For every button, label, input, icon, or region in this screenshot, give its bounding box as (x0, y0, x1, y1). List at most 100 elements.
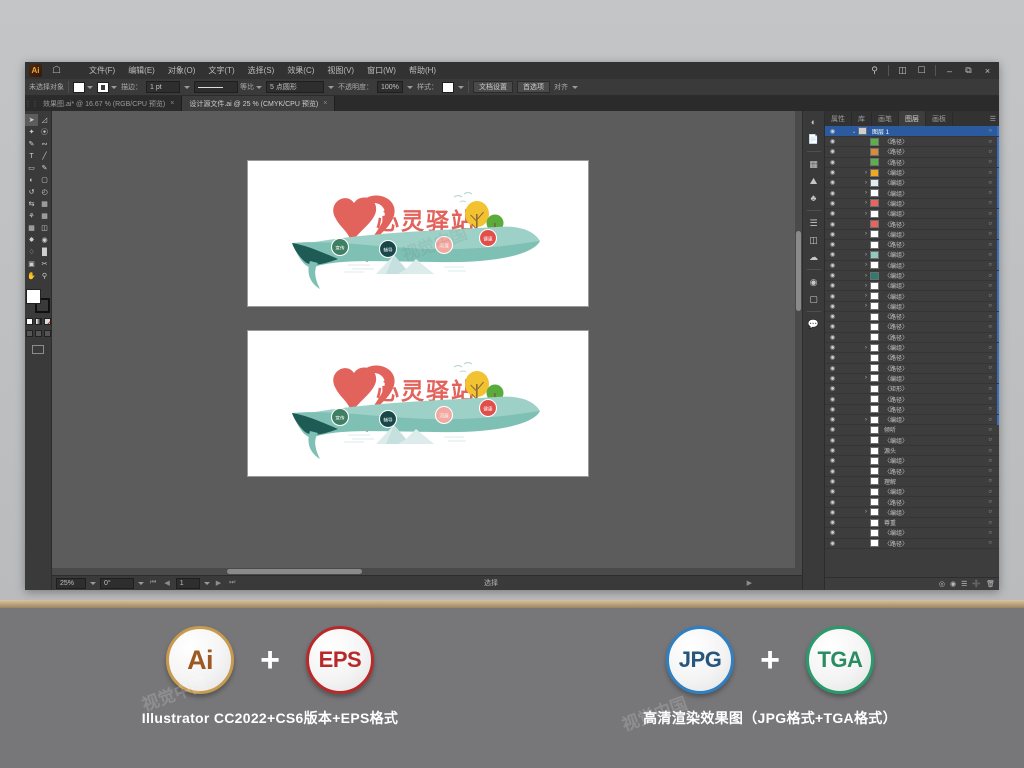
stroke-swatch[interactable] (97, 81, 109, 93)
type-tool[interactable]: T (25, 150, 38, 162)
tab-brushes[interactable]: 画笔 (872, 111, 899, 126)
symbol-sprayer-tool[interactable]: ♢ (25, 246, 38, 258)
target-icon[interactable]: ○ (988, 231, 992, 237)
curvature-tool[interactable]: ∾ (38, 138, 51, 150)
line-segment-tool[interactable]: ╱ (38, 150, 51, 162)
chevron-down-icon[interactable] (458, 85, 464, 89)
stroke-weight-input[interactable]: 1 pt (146, 81, 180, 93)
layer-row[interactable]: ◉ 〈路径〉 ○ (825, 311, 999, 323)
hand-tool[interactable]: ✋ (25, 270, 38, 282)
chevron-down-icon[interactable] (256, 85, 262, 89)
layer-row[interactable]: ◉ › 〈编组〉 ○ (825, 208, 999, 220)
layer-row[interactable]: ◉ › 〈编组〉 ○ (825, 167, 999, 179)
mesh-tool[interactable]: ▦ (25, 222, 38, 234)
menu-item-window[interactable]: 窗口(W) (361, 63, 402, 78)
gradient-icon[interactable] (34, 318, 42, 325)
fill-color-control[interactable] (73, 81, 93, 93)
eye-icon[interactable]: ◉ (826, 282, 839, 289)
target-icon[interactable]: ○ (988, 386, 992, 392)
eye-icon[interactable]: ◉ (826, 426, 839, 433)
eye-icon[interactable]: ◉ (826, 221, 839, 228)
disclosure-icon[interactable]: › (862, 273, 870, 279)
target-icon[interactable]: ○ (988, 242, 992, 248)
target-icon[interactable]: ○ (988, 458, 992, 464)
target-icon[interactable]: ○ (988, 211, 992, 217)
eye-icon[interactable]: ◉ (826, 210, 839, 217)
eye-icon[interactable]: ◉ (826, 437, 839, 444)
menu-item-file[interactable]: 文件(F) (83, 63, 121, 78)
disclosure-icon[interactable]: › (862, 417, 870, 423)
scrollbar-thumb[interactable] (796, 231, 801, 311)
transform-icon[interactable]: ◫ (805, 232, 823, 248)
swatches-icon[interactable]: ▦ (805, 156, 823, 172)
width-tool[interactable]: ⇆ (25, 198, 38, 210)
brush-definition-select[interactable]: 5 点圆形 (266, 81, 324, 93)
eye-icon[interactable]: ◉ (826, 313, 839, 320)
gradient-tool[interactable]: ◫ (38, 222, 51, 234)
target-icon[interactable]: ○ (988, 437, 992, 443)
direct-selection-tool[interactable]: ◿ (38, 114, 51, 126)
disclosure-icon[interactable]: › (862, 375, 870, 381)
layer-row[interactable]: ◉ 〈路径〉 ○ (825, 146, 999, 158)
target-icon[interactable]: ○ (988, 417, 992, 423)
layer-row[interactable]: ◉ 〈路径〉 ○ (825, 239, 999, 251)
symbols-icon[interactable]: ♣ (805, 190, 823, 206)
canvas-vertical-scrollbar[interactable] (795, 111, 802, 575)
paintbrush-tool[interactable]: ✎ (38, 162, 51, 174)
layer-row[interactable]: ◉ 〈路径〉 ○ (825, 467, 999, 477)
target-icon[interactable]: ○ (988, 252, 992, 258)
eye-icon[interactable]: ◉ (826, 519, 839, 526)
disclosure-icon[interactable]: › (862, 211, 870, 217)
eye-icon[interactable]: ◉ (826, 529, 839, 536)
disclosure-icon[interactable]: › (862, 190, 870, 196)
eye-icon[interactable]: ◉ (826, 262, 839, 269)
target-icon[interactable]: ○ (988, 221, 992, 227)
layer-list[interactable]: ◉ ⌄ 图层 1 ○ ◉ 〈路径〉 ○ ◉ 〈路径〉 ○ ◉ 〈路径〉 ○ ◉ › 〈编组〉 ○ ◉ › 〈编组〉 ○ ◉… (825, 126, 999, 577)
comments-icon[interactable]: 💬 (805, 316, 823, 332)
eye-icon[interactable]: ◉ (826, 344, 839, 351)
eye-icon[interactable]: ◉ (826, 190, 839, 197)
eye-icon[interactable]: ◉ (826, 457, 839, 464)
disclosure-icon[interactable]: › (862, 345, 870, 351)
disclosure-icon[interactable]: › (862, 170, 870, 176)
menu-item-type[interactable]: 文字(T) (202, 63, 240, 78)
eye-icon[interactable]: ◉ (826, 406, 839, 413)
layer-row[interactable]: ◉ 〈编组〉 ○ (825, 487, 999, 498)
eye-icon[interactable]: ◉ (826, 509, 839, 516)
eye-icon[interactable]: ◉ (826, 478, 839, 485)
target-icon[interactable]: ○ (988, 509, 992, 515)
new-layer-icon[interactable]: ➕ (972, 580, 981, 588)
target-icon[interactable]: ○ (988, 180, 992, 186)
lasso-tool[interactable]: ⦿ (38, 126, 51, 138)
screen-mode-icon[interactable] (32, 345, 44, 354)
minimize-button[interactable]: – (941, 64, 958, 78)
fill-stroke-indicator[interactable] (26, 289, 50, 313)
shaper-tool[interactable]: ◐ (25, 174, 38, 186)
eye-icon[interactable]: ◉ (826, 231, 839, 238)
target-icon[interactable]: ○ (988, 170, 992, 176)
chevron-down-icon[interactable] (184, 85, 190, 89)
shape-builder-tool[interactable]: ⚘ (25, 210, 38, 222)
eye-icon[interactable]: ◉ (826, 241, 839, 248)
target-icon[interactable]: ○ (988, 293, 992, 299)
layer-row[interactable]: ◉ › 〈编组〉 ○ (825, 342, 999, 354)
eye-icon[interactable]: ◉ (826, 396, 839, 403)
perspective-grid-tool[interactable]: ▦ (38, 210, 51, 222)
prev-artboard-button[interactable]: ◀ (162, 579, 171, 587)
disclosure-icon[interactable]: › (862, 303, 870, 309)
layer-row[interactable]: ◉ › 〈编组〉 ○ (825, 414, 999, 426)
eye-icon[interactable]: ◉ (826, 468, 839, 475)
target-icon[interactable]: ○ (988, 334, 992, 340)
layer-row[interactable]: ◉ 〈编组〉 ○ (825, 456, 999, 467)
target-icon[interactable]: ○ (988, 427, 992, 433)
layer-row[interactable]: ◉ 〈路径〉 ○ (825, 394, 999, 405)
layer-row[interactable]: ◉ › 〈编组〉 ○ (825, 177, 999, 189)
chevron-down-icon[interactable] (407, 85, 413, 89)
slice-tool[interactable]: ✂ (38, 258, 51, 270)
eye-icon[interactable]: ◉ (826, 385, 839, 392)
disclosure-icon[interactable]: ⌄ (850, 128, 858, 135)
column-graph-tool[interactable]: █ (38, 246, 51, 258)
target-icon[interactable]: ○ (988, 159, 992, 165)
layer-row[interactable]: ◉ › 〈编组〉 ○ (825, 188, 999, 199)
appearance-icon[interactable]: ◉ (805, 274, 823, 290)
